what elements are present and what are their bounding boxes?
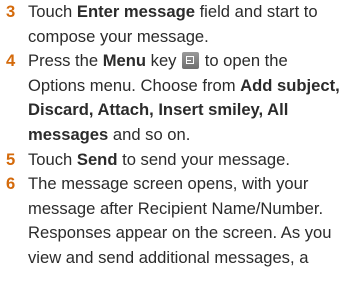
- step-text: Touch Send to send your message.: [28, 149, 290, 169]
- instruction-steps: 3 Touch Enter message field and start to…: [0, 0, 340, 271]
- menu-key-term: Menu: [102, 51, 147, 71]
- send-term: Send: [76, 149, 118, 169]
- step-number: 3: [6, 2, 16, 21]
- step-5: 5 Touch Send to send your message.: [0, 148, 340, 173]
- step-number: 6: [6, 174, 16, 194]
- step-3: 3 Touch Enter message field and start to…: [0, 0, 340, 49]
- step-6: 6 The message screen opens, with your me…: [0, 172, 340, 270]
- step-text: Touch Enter message field and start to c…: [28, 2, 318, 46]
- step-text: Press the Menu key to open the Options m…: [28, 51, 340, 144]
- menu-key-icon: [182, 52, 200, 70]
- enter-message-term: Enter message: [76, 2, 195, 21]
- step-4: 4 Press the Menu key to open the Options…: [0, 49, 340, 147]
- manual-page: 3 Touch Enter message field and start to…: [0, 0, 342, 300]
- step-number: 4: [6, 51, 16, 71]
- step-text: The message screen opens, with your mess…: [28, 174, 332, 267]
- step-number: 5: [6, 149, 16, 169]
